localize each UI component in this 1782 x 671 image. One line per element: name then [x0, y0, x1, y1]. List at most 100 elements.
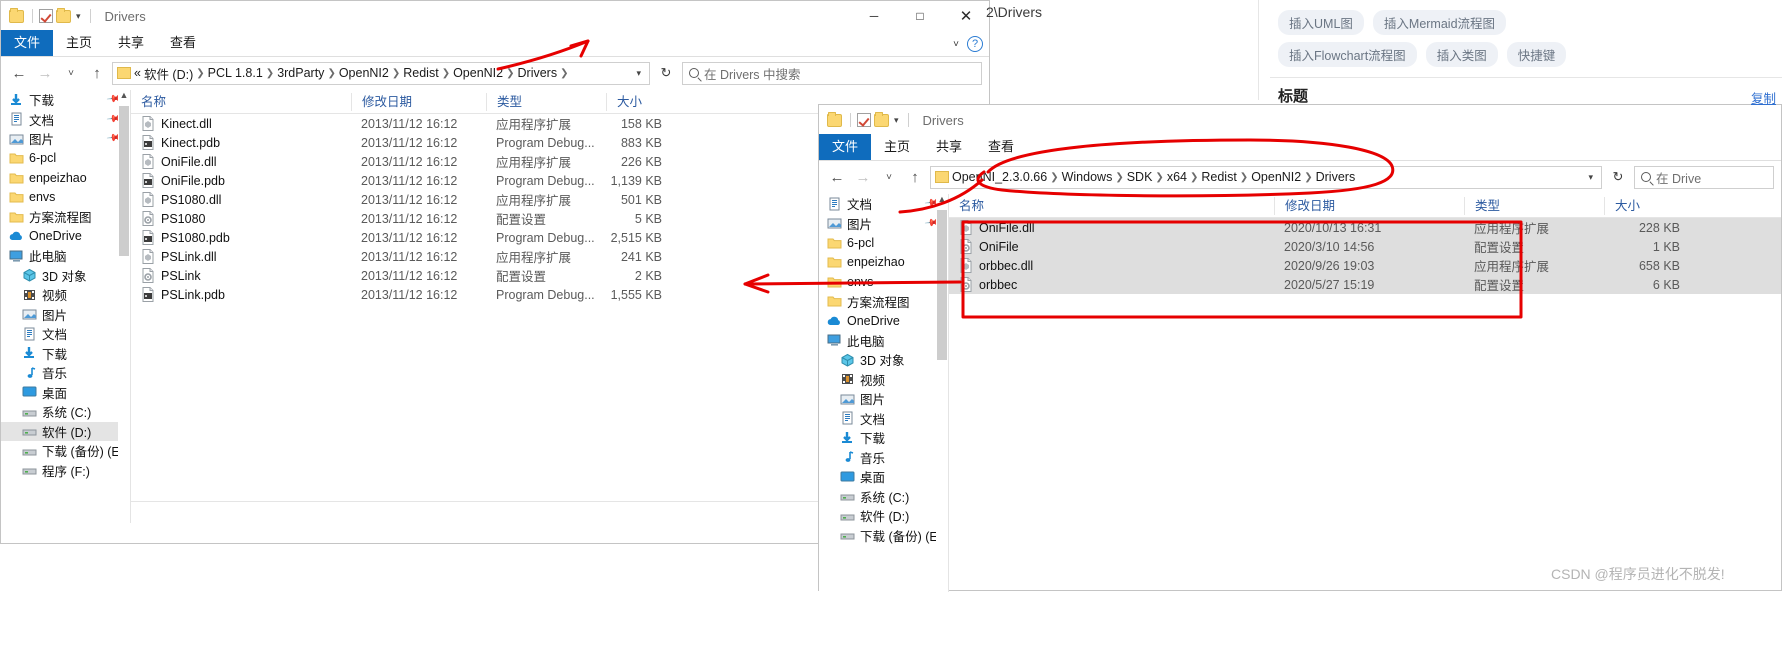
chevron-down-icon[interactable]: ▾ [1584, 172, 1597, 183]
chevron-down-icon[interactable]: ▾ [632, 68, 645, 79]
file-name-cell[interactable]: PS1080.dll [131, 192, 351, 207]
breadcrumb-item-0[interactable]: OpenNI_2.3.0.66 [952, 170, 1047, 184]
tab-share[interactable]: 共享 [105, 30, 157, 56]
scroll-up-icon[interactable]: ▲ [936, 194, 948, 204]
file-name-cell[interactable]: PSLink.dll [131, 249, 351, 264]
scrollbar-thumb[interactable] [119, 106, 129, 256]
column-header-date[interactable]: 修改日期 [1274, 196, 1464, 215]
back-button[interactable]: ← [826, 169, 848, 186]
sidebar-item-音乐[interactable]: 音乐 [1, 363, 130, 383]
window1-ribbon-tabs[interactable]: 文件 主页 共享 查看 ˅ ? [1, 30, 989, 57]
checkbox-icon[interactable] [857, 113, 871, 127]
breadcrumb-item-7[interactable]: Drivers [518, 66, 558, 80]
sidebar-item-图片[interactable]: 图片 [819, 389, 948, 409]
tab-file[interactable]: 文件 [819, 134, 872, 160]
sidebar-item-文档[interactable]: 文档 [819, 409, 948, 429]
file-name-cell[interactable]: PS1080 [131, 211, 351, 226]
sidebar-item-系统-(c:)[interactable]: 系统 (C:) [819, 487, 948, 507]
copy-button[interactable]: 复制 [1751, 88, 1776, 107]
file-name-cell[interactable]: PS1080.pdb [131, 230, 351, 245]
sidebar-item-方案流程图[interactable]: 方案流程图 [1, 207, 130, 227]
column-header-type[interactable]: 类型 [1464, 196, 1604, 215]
breadcrumb-item-5[interactable]: OpenNI2 [1251, 170, 1301, 184]
table-row[interactable]: orbbec 2020/5/27 15:19 配置设置 6 KB [949, 275, 1781, 294]
sidebar-item-此电脑[interactable]: 此电脑 [1, 246, 130, 266]
insert-uml-diagram-button[interactable]: 插入UML图 [1278, 10, 1364, 35]
window2-navigation-pane[interactable]: 文档 📌 图片 📌 6-pcl enpeizhao envs 方案流程图 OneDrive 此电脑… [819, 194, 949, 592]
window1-address-bar[interactable]: ← → ˅ ↑ « 软件 (D:) ❯ PCL 1.8.1 ❯ 3rdParty… [1, 57, 989, 89]
checkbox-icon[interactable] [39, 9, 53, 23]
refresh-button[interactable]: ↻ [1606, 169, 1630, 185]
tab-view[interactable]: 查看 [157, 30, 209, 56]
sidebar-item-enpeizhao[interactable]: enpeizhao [819, 253, 948, 273]
file-name-cell[interactable]: OniFile.dll [131, 154, 351, 169]
file-name-cell[interactable]: orbbec [949, 277, 1274, 292]
tab-share[interactable]: 共享 [923, 134, 975, 160]
sidebar-item-envs[interactable]: envs [819, 272, 948, 292]
folder-icon[interactable] [827, 111, 842, 127]
sidebar-item-桌面[interactable]: 桌面 [819, 467, 948, 487]
window2-ribbon-tabs[interactable]: 文件 主页 共享 查看 [819, 134, 1781, 161]
chevron-down-icon[interactable]: ˅ [953, 39, 959, 50]
folder-icon[interactable] [56, 7, 71, 23]
table-row[interactable]: OniFile 2020/3/10 14:56 配置设置 1 KB [949, 237, 1781, 256]
sidebar-item-文档[interactable]: 文档 📌 [1, 110, 130, 130]
breadcrumb-item-4[interactable]: Redist [1201, 170, 1236, 184]
sidebar-item-envs[interactable]: envs [1, 188, 130, 208]
window2-column-headers[interactable]: 名称 修改日期 类型 大小 [949, 194, 1781, 218]
navigation-scrollbar[interactable]: ▲ [936, 194, 948, 592]
navigation-scrollbar[interactable]: ▲ [118, 90, 130, 523]
minimize-button[interactable]: ─ [851, 1, 897, 31]
back-button[interactable]: ← [8, 65, 30, 82]
sidebar-item-软件-(d:)[interactable]: 软件 (D:) [819, 506, 948, 526]
file-name-cell[interactable]: OniFile [949, 239, 1274, 254]
table-row[interactable]: OniFile.dll 2020/10/13 16:31 应用程序扩展 228 KB [949, 218, 1781, 237]
breadcrumb-item-2[interactable]: SDK [1127, 170, 1153, 184]
editor-chip-row-2[interactable]: 插入Flowchart流程图 插入类图 快捷键 [1278, 42, 1567, 67]
breadcrumb-item-3[interactable]: 3rdParty [277, 66, 324, 80]
breadcrumb-item-4[interactable]: OpenNI2 [339, 66, 389, 80]
search-input[interactable]: 在 Drivers 中搜索 [682, 61, 982, 85]
window2-list-pane[interactable]: 名称 修改日期 类型 大小 OniFile.dll 2020/10/13 16:3… [949, 194, 1781, 592]
sidebar-item-下载[interactable]: 下载 [1, 344, 130, 364]
table-row[interactable]: orbbec.dll 2020/9/26 19:03 应用程序扩展 658 KB [949, 256, 1781, 275]
column-header-size[interactable]: 大小 [1604, 196, 1694, 215]
sidebar-item-桌面[interactable]: 桌面 [1, 383, 130, 403]
column-header-date[interactable]: 修改日期 [351, 92, 486, 111]
shortcuts-button[interactable]: 快捷键 [1506, 42, 1567, 67]
file-name-cell[interactable]: PSLink.pdb [131, 287, 351, 302]
scroll-up-icon[interactable]: ▲ [118, 90, 130, 100]
maximize-button[interactable]: □ [897, 1, 943, 31]
file-explorer-window-2[interactable]: ▾ Drivers 文件 主页 共享 查看 ← → ˅ ↑ OpenNI_2.3… [818, 104, 1782, 592]
csdn-editor-panel[interactable]: 插入UML图 插入Mermaid流程图 插入Flowchart流程图 插入类图 … [1258, 0, 1782, 106]
column-header-type[interactable]: 类型 [486, 92, 606, 111]
sidebar-item-图片[interactable]: 图片 📌 [1, 129, 130, 149]
sidebar-item-6-pcl[interactable]: 6-pcl [1, 149, 130, 169]
forward-button[interactable]: → [34, 65, 56, 82]
insert-flowchart-button[interactable]: 插入Flowchart流程图 [1278, 42, 1417, 67]
tab-file[interactable]: 文件 [1, 30, 54, 56]
sidebar-item-此电脑[interactable]: 此电脑 [819, 331, 948, 351]
sidebar-item-图片[interactable]: 图片 [1, 305, 130, 325]
chevron-down-icon[interactable]: ▾ [894, 115, 899, 126]
sidebar-item-视频[interactable]: 视频 [819, 370, 948, 390]
breadcrumb-item-0[interactable]: « [134, 66, 141, 80]
search-input[interactable]: 在 Drive [1634, 165, 1774, 189]
sidebar-item-视频[interactable]: 视频 [1, 285, 130, 305]
recent-locations-button[interactable]: ˅ [878, 172, 900, 183]
sidebar-item-下载-(备份)-(e[interactable]: 下载 (备份) (E [819, 526, 948, 546]
tab-view[interactable]: 查看 [975, 134, 1027, 160]
sidebar-item-3d-对象[interactable]: 3D 对象 [819, 350, 948, 370]
sidebar-item-下载[interactable]: 下载 [819, 428, 948, 448]
breadcrumb-item-6[interactable]: OpenNI2 [453, 66, 503, 80]
sidebar-item-文档[interactable]: 文档 📌 [819, 194, 948, 214]
window1-titlebar[interactable]: ▾ Drivers ─ □ ✕ [1, 1, 989, 31]
column-header-name[interactable]: 名称 [131, 93, 351, 111]
sidebar-item-软件-(d:)[interactable]: 软件 (D:) [1, 421, 130, 441]
folder-icon[interactable] [874, 111, 889, 127]
close-button[interactable]: ✕ [943, 1, 989, 31]
breadcrumb[interactable]: OpenNI_2.3.0.66 ❯ Windows ❯ SDK ❯ x64 ❯ … [930, 165, 1602, 189]
breadcrumb-item-5[interactable]: Redist [403, 66, 438, 80]
folder-icon[interactable] [9, 7, 24, 23]
tab-home[interactable]: 主页 [53, 30, 105, 56]
